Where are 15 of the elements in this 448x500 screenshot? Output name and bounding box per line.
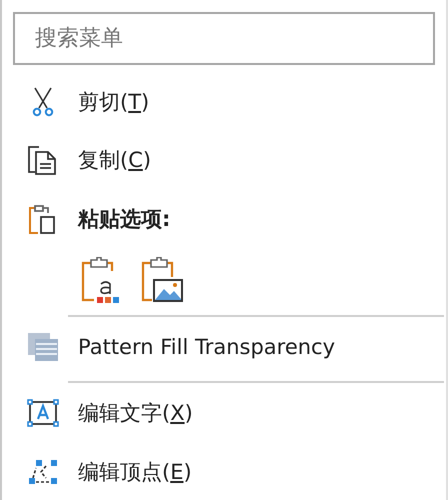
menu-item[interactable]: Pattern Fill Transparency [2, 317, 446, 377]
menu-item[interactable]: 编辑文字(X) [2, 383, 446, 443]
menu-item[interactable]: 编辑顶点(E) [2, 443, 446, 500]
search-field[interactable]: 搜索菜单 [13, 12, 435, 65]
clipboard-icon [28, 203, 58, 235]
section-header: 粘贴选项: [2, 189, 446, 249]
copy-icon [27, 144, 59, 176]
edit-points-icon [27, 458, 59, 486]
edit-text-icon [27, 399, 59, 427]
menu-item[interactable]: 剪切(T) [2, 73, 446, 131]
menu-item[interactable]: 复制(C) [2, 131, 446, 189]
pattern-icon [27, 332, 59, 362]
paste-picture-icon[interactable] [140, 257, 184, 303]
scissors-icon [32, 87, 54, 117]
paste-text-icon[interactable] [80, 257, 122, 303]
